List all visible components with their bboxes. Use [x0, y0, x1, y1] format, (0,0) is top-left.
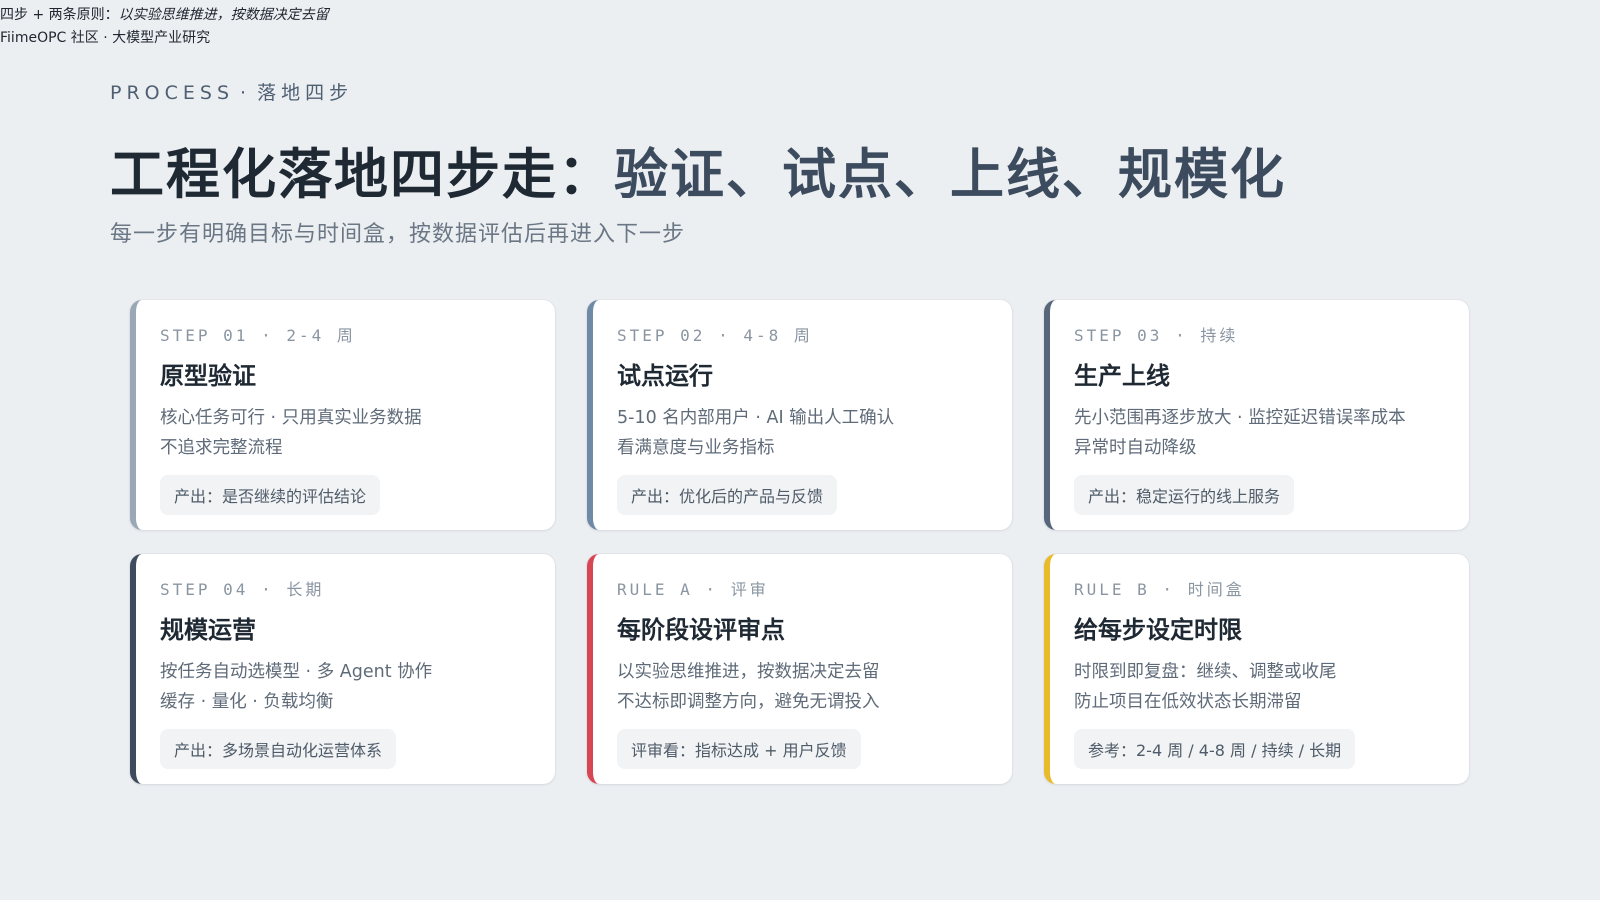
rule-card-b: RULE B · 时间盒 给每步设定时限 时限到即复盘：继续、调整或收尾 防止项… — [1044, 554, 1469, 784]
card-label: RULE B · 时间盒 — [1074, 580, 1245, 599]
card-title: 生产上线 — [1074, 362, 1170, 390]
card-output-tag: 产出：优化后的产品与反馈 — [617, 475, 838, 515]
eyebrow-en: PROCESS — [110, 82, 235, 104]
card-description-line: 异常时自动降级 — [1074, 438, 1197, 458]
card-description-line: 不达标即调整方向，避免无谓投入 — [617, 692, 880, 712]
card-output-tag: 产出：稳定运行的线上服务 — [1074, 475, 1295, 515]
caption-prefix: 四步 + 两条原则： — [0, 7, 119, 23]
caption-emphasis: 以实验思维推进，按数据决定去留 — [118, 7, 329, 23]
card-description-line: 先小范围再逐步放大 · 监控延迟错误率成本 — [1074, 408, 1406, 428]
card-description-line: 防止项目在低效状态长期滞留 — [1074, 692, 1302, 712]
card-description-line: 以实验思维推进，按数据决定去留 — [617, 662, 880, 682]
card-label: STEP 04 · 长期 — [160, 580, 325, 599]
card-title: 规模运营 — [160, 616, 256, 644]
card-title: 原型验证 — [160, 362, 256, 390]
eyebrow-cn: 落地四步 — [257, 82, 354, 104]
title-accent: 验证、试点、上线、规模化 — [614, 143, 1286, 206]
card-label: STEP 01 · 2-4 周 — [160, 326, 356, 345]
eyebrow-separator: · — [240, 82, 252, 104]
card-description-line: 按任务自动选模型 · 多 Agent 协作 — [160, 662, 433, 682]
card-label: STEP 03 · 持续 — [1074, 326, 1239, 345]
card-output-tag: 产出：是否继续的评估结论 — [160, 475, 381, 515]
card-title: 试点运行 — [617, 362, 713, 390]
step-card-03: STEP 03 · 持续 生产上线 先小范围再逐步放大 · 监控延迟错误率成本 … — [1044, 300, 1469, 530]
card-description: 5-10 名内部用户 · AI 输出人工确认 看满意度与业务指标 — [617, 403, 988, 463]
page-title: 工程化落地四步走：验证、试点、上线、规模化 — [110, 130, 1286, 209]
card-title: 给每步设定时限 — [1074, 616, 1242, 644]
step-card-02: STEP 02 · 4-8 周 试点运行 5-10 名内部用户 · AI 输出人… — [587, 300, 1012, 530]
card-description: 时限到即复盘：继续、调整或收尾 防止项目在低效状态长期滞留 — [1074, 657, 1445, 717]
card-description-line: 时限到即复盘：继续、调整或收尾 — [1074, 662, 1337, 682]
page-subtitle: 每一步有明确目标与时间盒，按数据评估后再进入下一步 — [110, 222, 686, 247]
card-output-tag: 评审看：指标达成 + 用户反馈 — [617, 729, 861, 769]
card-description-line: 核心任务可行 · 只用真实业务数据 — [160, 408, 422, 428]
card-description-line: 5-10 名内部用户 · AI 输出人工确认 — [617, 408, 895, 428]
card-description-line: 不追求完整流程 — [160, 438, 283, 458]
card-title: 每阶段设评审点 — [617, 616, 785, 644]
rule-card-a: RULE A · 评审 每阶段设评审点 以实验思维推进，按数据决定去留 不达标即… — [587, 554, 1012, 784]
caption-line: 四步 + 两条原则：以实验思维推进，按数据决定去留 — [0, 4, 329, 27]
source-line: FiimeOPC 社区 · 大模型产业研究 — [0, 30, 211, 46]
card-description-line: 看满意度与业务指标 — [617, 438, 775, 458]
title-lead: 工程化落地四步走： — [110, 143, 614, 206]
card-description-line: 缓存 · 量化 · 负载均衡 — [160, 692, 334, 712]
card-output-tag: 参考：2-4 周 / 4-8 周 / 持续 / 长期 — [1074, 729, 1356, 769]
card-output-tag: 产出：多场景自动化运营体系 — [160, 729, 397, 769]
caption-block: 四步 + 两条原则：以实验思维推进，按数据决定去留 FiimeOPC 社区 · … — [0, 4, 329, 50]
card-description: 先小范围再逐步放大 · 监控延迟错误率成本 异常时自动降级 — [1074, 403, 1445, 463]
step-card-grid: STEP 01 · 2-4 周 原型验证 核心任务可行 · 只用真实业务数据 不… — [130, 300, 1470, 784]
card-description: 核心任务可行 · 只用真实业务数据 不追求完整流程 — [160, 403, 531, 463]
card-label: STEP 02 · 4-8 周 — [617, 326, 813, 345]
step-card-04: STEP 04 · 长期 规模运营 按任务自动选模型 · 多 Agent 协作 … — [130, 554, 555, 784]
step-card-01: STEP 01 · 2-4 周 原型验证 核心任务可行 · 只用真实业务数据 不… — [130, 300, 555, 530]
section-eyebrow: PROCESS · 落地四步 — [110, 78, 353, 105]
card-description: 按任务自动选模型 · 多 Agent 协作 缓存 · 量化 · 负载均衡 — [160, 657, 531, 717]
card-description: 以实验思维推进，按数据决定去留 不达标即调整方向，避免无谓投入 — [617, 657, 988, 717]
card-label: RULE A · 评审 — [617, 580, 769, 599]
